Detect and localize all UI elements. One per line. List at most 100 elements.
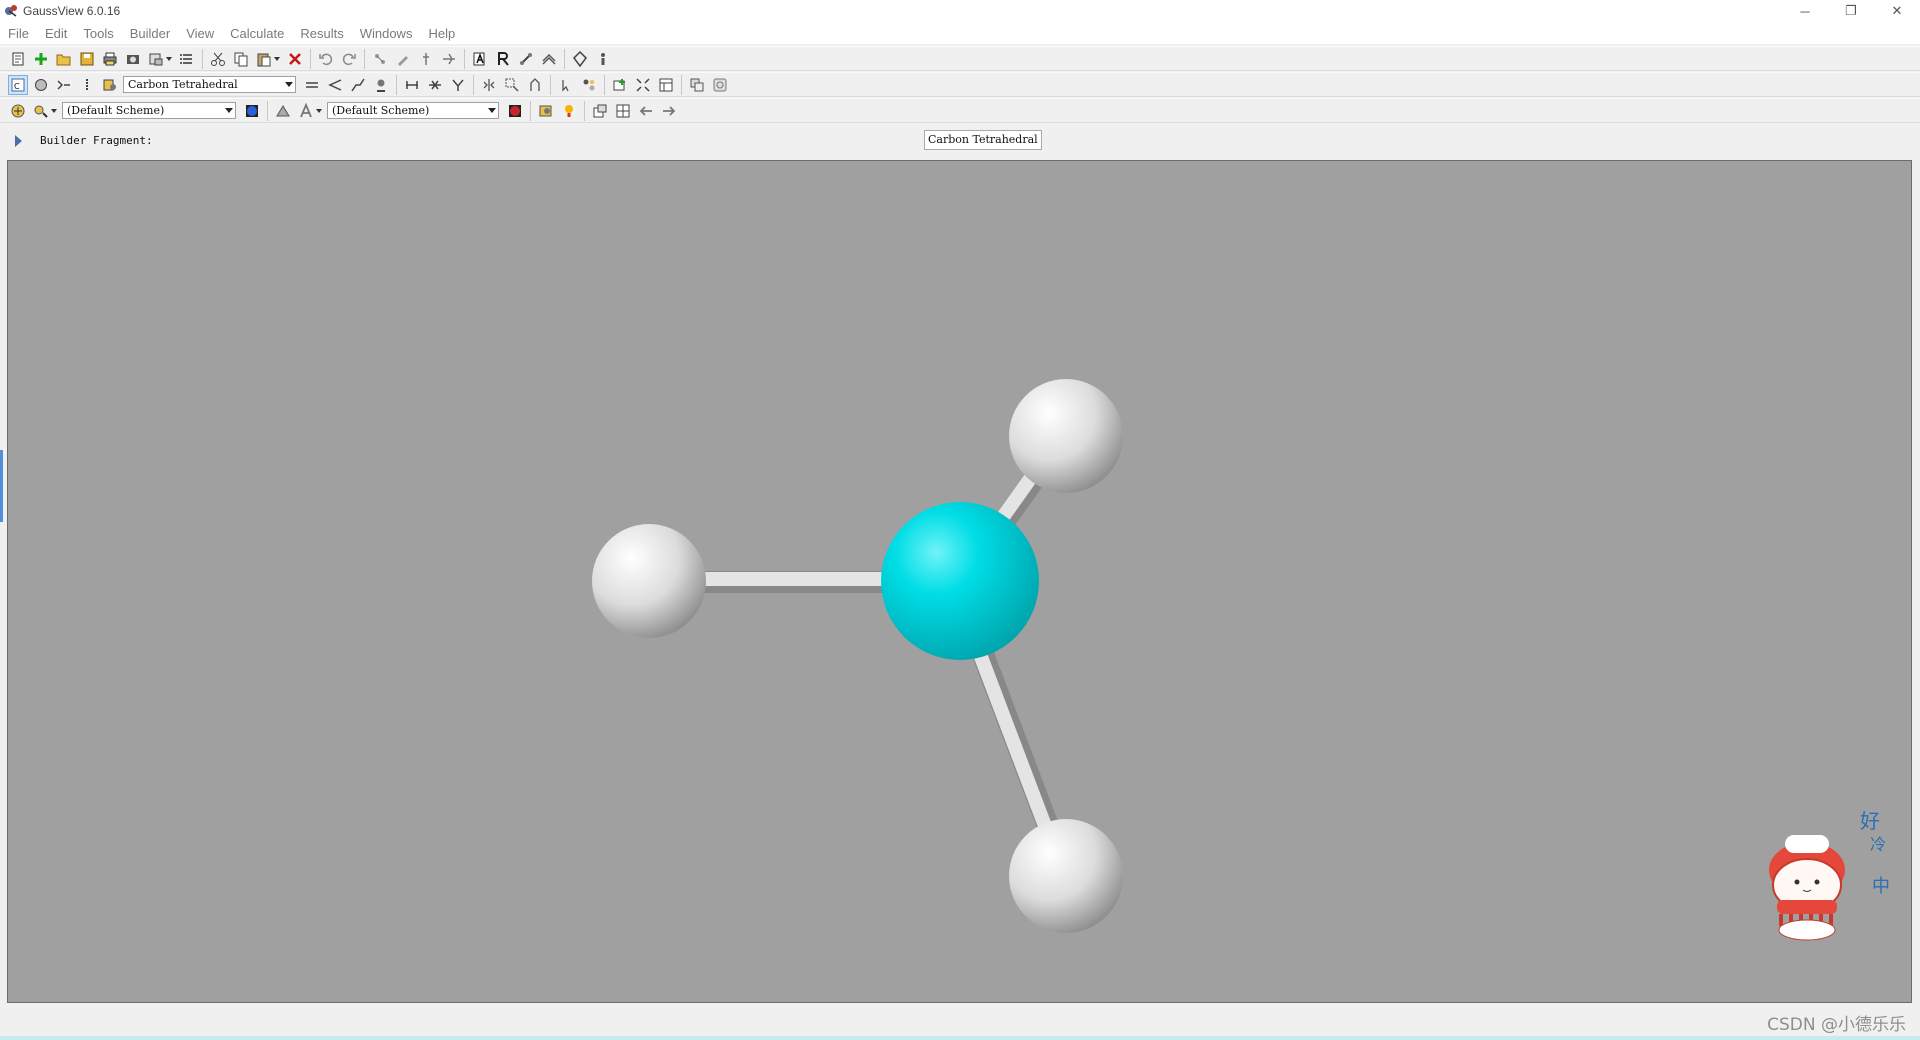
view-file-button[interactable] bbox=[536, 101, 556, 121]
modify-dihedral-button[interactable] bbox=[348, 75, 368, 95]
element-fragment-button[interactable]: C bbox=[8, 74, 28, 95]
copy-button[interactable] bbox=[231, 49, 251, 69]
sticker-text-3: 中 bbox=[1872, 876, 1890, 897]
toolbar-separator bbox=[310, 48, 311, 69]
scheme-combo-1[interactable]: (Default Scheme) bbox=[62, 102, 236, 119]
export-button[interactable] bbox=[146, 49, 166, 69]
toolbar-separator bbox=[584, 100, 585, 121]
bond-c-h-bottom[interactable] bbox=[967, 630, 1067, 858]
carbon-atom[interactable] bbox=[881, 502, 1039, 660]
custom-fragment-button[interactable] bbox=[100, 75, 120, 95]
inquire-icon bbox=[443, 53, 455, 64]
atom-list-button[interactable] bbox=[579, 75, 599, 95]
molecule-viewport[interactable] bbox=[7, 160, 1912, 1003]
inquire-atom-button[interactable] bbox=[371, 75, 391, 95]
rgroup-fragment-button[interactable] bbox=[54, 75, 74, 95]
lightbulb-button[interactable] bbox=[559, 101, 579, 121]
hydrogen-atom-left[interactable] bbox=[592, 524, 706, 638]
rebond-button[interactable] bbox=[416, 49, 436, 69]
label-dropdown-arrow[interactable] bbox=[316, 108, 322, 113]
paste-dropdown-arrow[interactable] bbox=[274, 56, 280, 61]
clean-button[interactable] bbox=[370, 49, 390, 69]
new-window-button[interactable] bbox=[610, 75, 630, 95]
list-button[interactable] bbox=[177, 49, 197, 69]
new-document-icon bbox=[12, 52, 24, 65]
point-group-button[interactable] bbox=[448, 75, 468, 95]
crystal-button[interactable] bbox=[570, 49, 590, 69]
ring-fragment-button[interactable] bbox=[31, 75, 51, 95]
forward-button[interactable] bbox=[659, 101, 679, 121]
modify-bond-button[interactable] bbox=[302, 75, 322, 95]
image-save-button[interactable] bbox=[123, 49, 143, 69]
menu-help[interactable]: Help bbox=[420, 26, 463, 41]
r-button[interactable] bbox=[493, 49, 513, 69]
toolbar-separator bbox=[364, 48, 365, 69]
symmetrize-button[interactable] bbox=[393, 49, 413, 69]
menu-calculate[interactable]: Calculate bbox=[222, 26, 292, 41]
save-button[interactable] bbox=[77, 49, 97, 69]
delete-x-icon bbox=[289, 52, 301, 65]
export-icon bbox=[149, 53, 163, 65]
left-edge-indicator bbox=[0, 450, 3, 522]
select-button[interactable] bbox=[502, 75, 522, 95]
grid-icon bbox=[616, 104, 630, 117]
display-format-button[interactable] bbox=[8, 101, 28, 121]
expand-arrow-icon[interactable] bbox=[15, 135, 22, 147]
menu-view[interactable]: View bbox=[178, 26, 222, 41]
restore-button[interactable]: ❐ bbox=[1828, 0, 1874, 22]
menu-tools[interactable]: Tools bbox=[75, 26, 121, 41]
grid-view-button[interactable] bbox=[613, 101, 633, 121]
menu-bar: File Edit Tools Builder View Calculate R… bbox=[0, 22, 1920, 44]
paste-button[interactable] bbox=[254, 49, 274, 69]
add-button[interactable] bbox=[31, 49, 51, 69]
menu-results[interactable]: Results bbox=[292, 26, 351, 41]
new-group-button[interactable] bbox=[8, 49, 28, 69]
add-valence-button[interactable] bbox=[402, 75, 422, 95]
red-sphere-button[interactable] bbox=[505, 101, 525, 121]
fit-button[interactable] bbox=[633, 75, 653, 95]
label-button[interactable] bbox=[296, 101, 316, 121]
print-button[interactable] bbox=[100, 49, 120, 69]
biological-fragment-button[interactable] bbox=[77, 75, 97, 95]
cut-button[interactable] bbox=[208, 49, 228, 69]
cascade-button[interactable] bbox=[687, 75, 707, 95]
new-view-button[interactable] bbox=[590, 101, 610, 121]
pointer-button[interactable] bbox=[556, 75, 576, 95]
sync-button[interactable] bbox=[710, 75, 730, 95]
menu-builder[interactable]: Builder bbox=[122, 26, 178, 41]
undo-button[interactable] bbox=[316, 49, 336, 69]
title-bar: GaussView 6.0.16 ─ ❐ ✕ bbox=[0, 0, 1920, 22]
color-scheme-icon bbox=[34, 105, 48, 118]
delete-valence-button[interactable] bbox=[425, 75, 445, 95]
inquire-button[interactable] bbox=[439, 49, 459, 69]
scheme-combo-2[interactable]: (Default Scheme) bbox=[327, 102, 499, 119]
redo-button[interactable] bbox=[339, 49, 359, 69]
tile-button[interactable] bbox=[656, 75, 676, 95]
text-button[interactable] bbox=[470, 49, 490, 69]
minimize-button[interactable]: ─ bbox=[1782, 0, 1828, 22]
hydrogen-atom-bottom[interactable] bbox=[1009, 819, 1123, 933]
paste-icon bbox=[257, 53, 271, 66]
link-button[interactable] bbox=[516, 49, 536, 69]
layers-button[interactable] bbox=[539, 49, 559, 69]
builder-toolbar: C Carbon Tetrahedral bbox=[0, 72, 1920, 97]
modify-angle-button[interactable] bbox=[325, 75, 345, 95]
close-button[interactable]: ✕ bbox=[1874, 0, 1920, 22]
open-button[interactable] bbox=[54, 49, 74, 69]
color-scheme-button[interactable] bbox=[31, 101, 51, 121]
hand-button[interactable] bbox=[525, 75, 545, 95]
menu-edit[interactable]: Edit bbox=[37, 26, 75, 41]
info-button[interactable] bbox=[593, 49, 613, 69]
menu-file[interactable]: File bbox=[0, 26, 37, 41]
menu-windows[interactable]: Windows bbox=[352, 26, 421, 41]
sticker-decoration: 好 冷 中 bbox=[1769, 809, 1890, 941]
hydrogen-atom-top[interactable] bbox=[1009, 379, 1123, 493]
delete-button[interactable] bbox=[285, 49, 305, 69]
mirror-button[interactable] bbox=[479, 75, 499, 95]
scheme-palette-button[interactable] bbox=[242, 101, 262, 121]
fragment-combo[interactable]: Carbon Tetrahedral bbox=[123, 76, 296, 93]
color-scheme-dropdown-arrow[interactable] bbox=[51, 108, 57, 113]
back-button[interactable] bbox=[636, 101, 656, 121]
surface-button[interactable] bbox=[273, 101, 293, 121]
export-dropdown-arrow[interactable] bbox=[166, 56, 172, 61]
